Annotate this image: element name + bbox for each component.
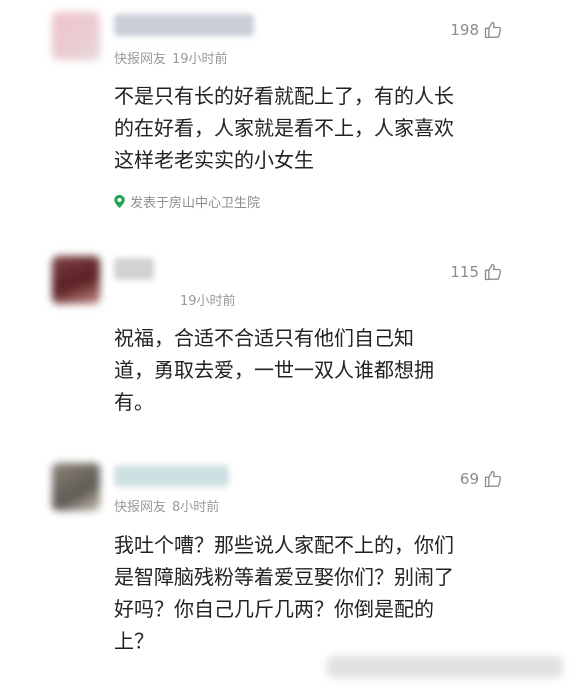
author-name: 快报网友 xyxy=(114,52,167,67)
like-count: 69 xyxy=(459,470,479,488)
comment-line: 是智障脑残粉等着爱豆娶你们？别闹了 xyxy=(114,565,454,589)
comment-time: 19小时前 xyxy=(172,52,228,67)
comment-line: 道，勇取去爱，一世一双人谁都想拥 xyxy=(114,358,434,382)
comment-meta: 快报网友 19小时前 xyxy=(114,48,228,67)
location-info: 发表于房山中心卫生院 xyxy=(114,192,260,211)
comment-line: 祝福，合适不合适只有他们自己知 xyxy=(114,326,414,350)
comment-meta: 19小时前 xyxy=(180,290,236,309)
comment-body: 不是只有长的好看就配上了，有的人长 的在好看，人家就是看不上，人家喜欢 这样老老… xyxy=(114,80,509,176)
comment-line: 的在好看，人家就是看不上，人家喜欢 xyxy=(114,116,454,140)
location-text: 发表于房山中心卫生院 xyxy=(130,196,261,211)
comment-line: 好吗？你自己几斤几两？你倒是配的 xyxy=(114,597,434,621)
like-button[interactable]: 198 xyxy=(450,20,503,40)
username-blurred[interactable] xyxy=(114,14,254,36)
comment-item: 快报网友 8小时前 69 我吐个嘈？那些说人家配不上的，你们 是智障脑残粉等着爱豆… xyxy=(0,445,581,688)
like-count: 115 xyxy=(450,263,479,281)
avatar[interactable] xyxy=(52,256,100,304)
thumbs-up-icon xyxy=(484,21,502,39)
username-blurred[interactable] xyxy=(114,258,154,280)
comment-line: 这样老老实实的小女生 xyxy=(114,148,314,172)
comment-body: 祝福，合适不合适只有他们自己知 道，勇取去爱，一世一双人谁都想拥 有。 xyxy=(114,322,509,418)
comment-time: 19小时前 xyxy=(180,294,236,309)
username-blurred[interactable] xyxy=(114,465,229,487)
watermark-blurred xyxy=(327,656,563,678)
comment-line: 上？ xyxy=(114,629,154,653)
comment-body: 我吐个嘈？那些说人家配不上的，你们 是智障脑残粉等着爱豆娶你们？别闹了 好吗？你… xyxy=(114,529,509,657)
comment-line: 不是只有长的好看就配上了，有的人长 xyxy=(114,84,454,108)
comment-line: 有。 xyxy=(114,390,154,414)
comment-item: 快报网友 19小时前 198 不是只有长的好看就配上了，有的人长 的在好看，人家就… xyxy=(0,0,581,240)
author-name: 快报网友 xyxy=(114,500,167,515)
comment-item: 19小时前 115 祝福，合适不合适只有他们自己知 道，勇取去爱，一世一双人谁都… xyxy=(0,240,581,445)
like-button[interactable]: 115 xyxy=(450,262,503,282)
avatar[interactable] xyxy=(52,463,100,511)
comment-time: 8小时前 xyxy=(172,500,220,515)
thumbs-up-icon xyxy=(484,470,502,488)
like-button[interactable]: 69 xyxy=(460,469,503,489)
thumbs-up-icon xyxy=(484,263,502,281)
like-count: 198 xyxy=(450,21,479,39)
avatar[interactable] xyxy=(52,12,100,60)
comment-line: 我吐个嘈？那些说人家配不上的，你们 xyxy=(114,533,454,557)
location-pin-icon xyxy=(114,195,125,208)
comment-meta: 快报网友 8小时前 xyxy=(114,496,219,515)
